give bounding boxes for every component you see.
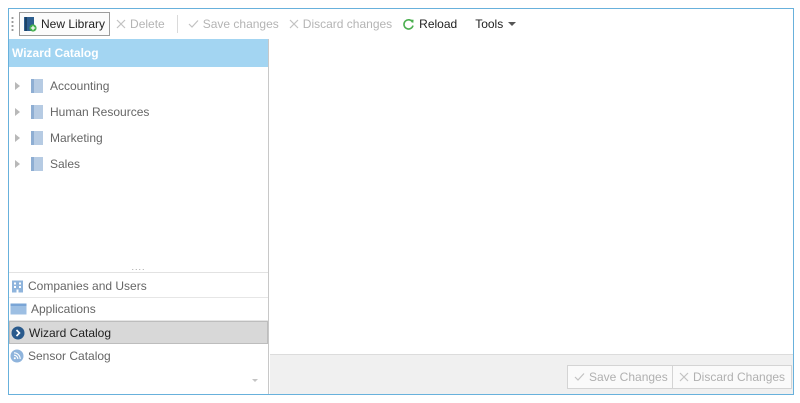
chevron-down-icon[interactable] [252,379,258,382]
chevron-circle-icon [11,326,25,340]
tree-item-label: Marketing [50,131,103,145]
panel-header: Wizard Catalog [9,39,268,67]
expand-arrow-icon[interactable] [15,82,20,90]
footer-discard-changes-label: Discard Changes [693,370,786,384]
building-icon [10,279,24,293]
new-library-label: New Library [41,17,106,31]
nav-item-companies-and-users[interactable]: Companies and Users [9,275,268,298]
content-footer: Save Changes Discard Changes [270,354,793,394]
tree-item-accounting[interactable]: Accounting [9,73,268,99]
nav-item-label: Companies and Users [28,279,147,293]
nav-item-label: Applications [31,302,96,316]
delete-label: Delete [130,17,165,31]
reload-label: Reload [419,17,458,31]
chevron-down-icon [508,22,517,26]
reload-button[interactable]: Reload [398,12,461,36]
folder-icon [31,105,43,119]
tools-label: Tools [475,17,504,31]
discard-changes-label: Discard changes [302,17,393,31]
folder-icon [31,131,43,145]
library-tree: Accounting Human Resources Marketing Sal… [9,67,268,177]
delete-button[interactable]: Delete [112,12,169,36]
discard-changes-button[interactable]: Discard changes [285,12,396,36]
toolbar: New Library Delete Save changes Discard … [9,9,793,39]
tree-item-sales[interactable]: Sales [9,151,268,177]
footer-discard-changes-button[interactable]: Discard Changes [672,365,793,389]
footer-save-changes-label: Save Changes [589,370,668,384]
nav-item-label: Wizard Catalog [29,325,112,340]
footer-save-changes-button[interactable]: Save Changes [567,365,675,389]
folder-icon [31,157,43,171]
tree-item-label: Accounting [50,79,110,93]
panel-splitter[interactable]: .... [9,263,268,273]
close-icon [679,372,689,382]
toolbar-separator [176,15,178,33]
navigation-list: Companies and Users Applications Wizard … [9,275,268,367]
expand-arrow-icon[interactable] [15,160,20,168]
tree-item-marketing[interactable]: Marketing [9,125,268,151]
nav-item-wizard-catalog[interactable]: Wizard Catalog [9,321,268,344]
save-changes-label: Save changes [202,17,279,31]
folder-icon [31,79,43,93]
tree-item-label: Sales [50,157,81,171]
tree-item-human-resources[interactable]: Human Resources [9,99,268,125]
new-library-icon [23,16,37,32]
close-icon [289,19,299,29]
window-icon [10,302,27,316]
save-changes-button[interactable]: Save changes [184,12,283,36]
refresh-icon [402,18,415,31]
content-area: Save Changes Discard Changes [270,39,793,394]
checkmark-icon [188,19,199,29]
toolbar-grip[interactable] [11,16,17,32]
checkmark-icon [574,372,585,382]
expand-arrow-icon[interactable] [15,108,20,116]
tree-item-label: Human Resources [50,105,150,119]
new-library-button[interactable]: New Library [19,12,111,36]
nav-overflow [9,363,268,393]
expand-arrow-icon[interactable] [15,134,20,142]
left-panel: Wizard Catalog Accounting Human Resource… [9,39,269,394]
nav-item-applications[interactable]: Applications [9,298,268,321]
rss-circle-icon [10,349,24,363]
tools-menu[interactable]: Tools [471,12,520,36]
app-frame: New Library Delete Save changes Discard … [8,8,794,395]
nav-item-label: Sensor Catalog [28,348,111,363]
close-icon [116,19,126,29]
